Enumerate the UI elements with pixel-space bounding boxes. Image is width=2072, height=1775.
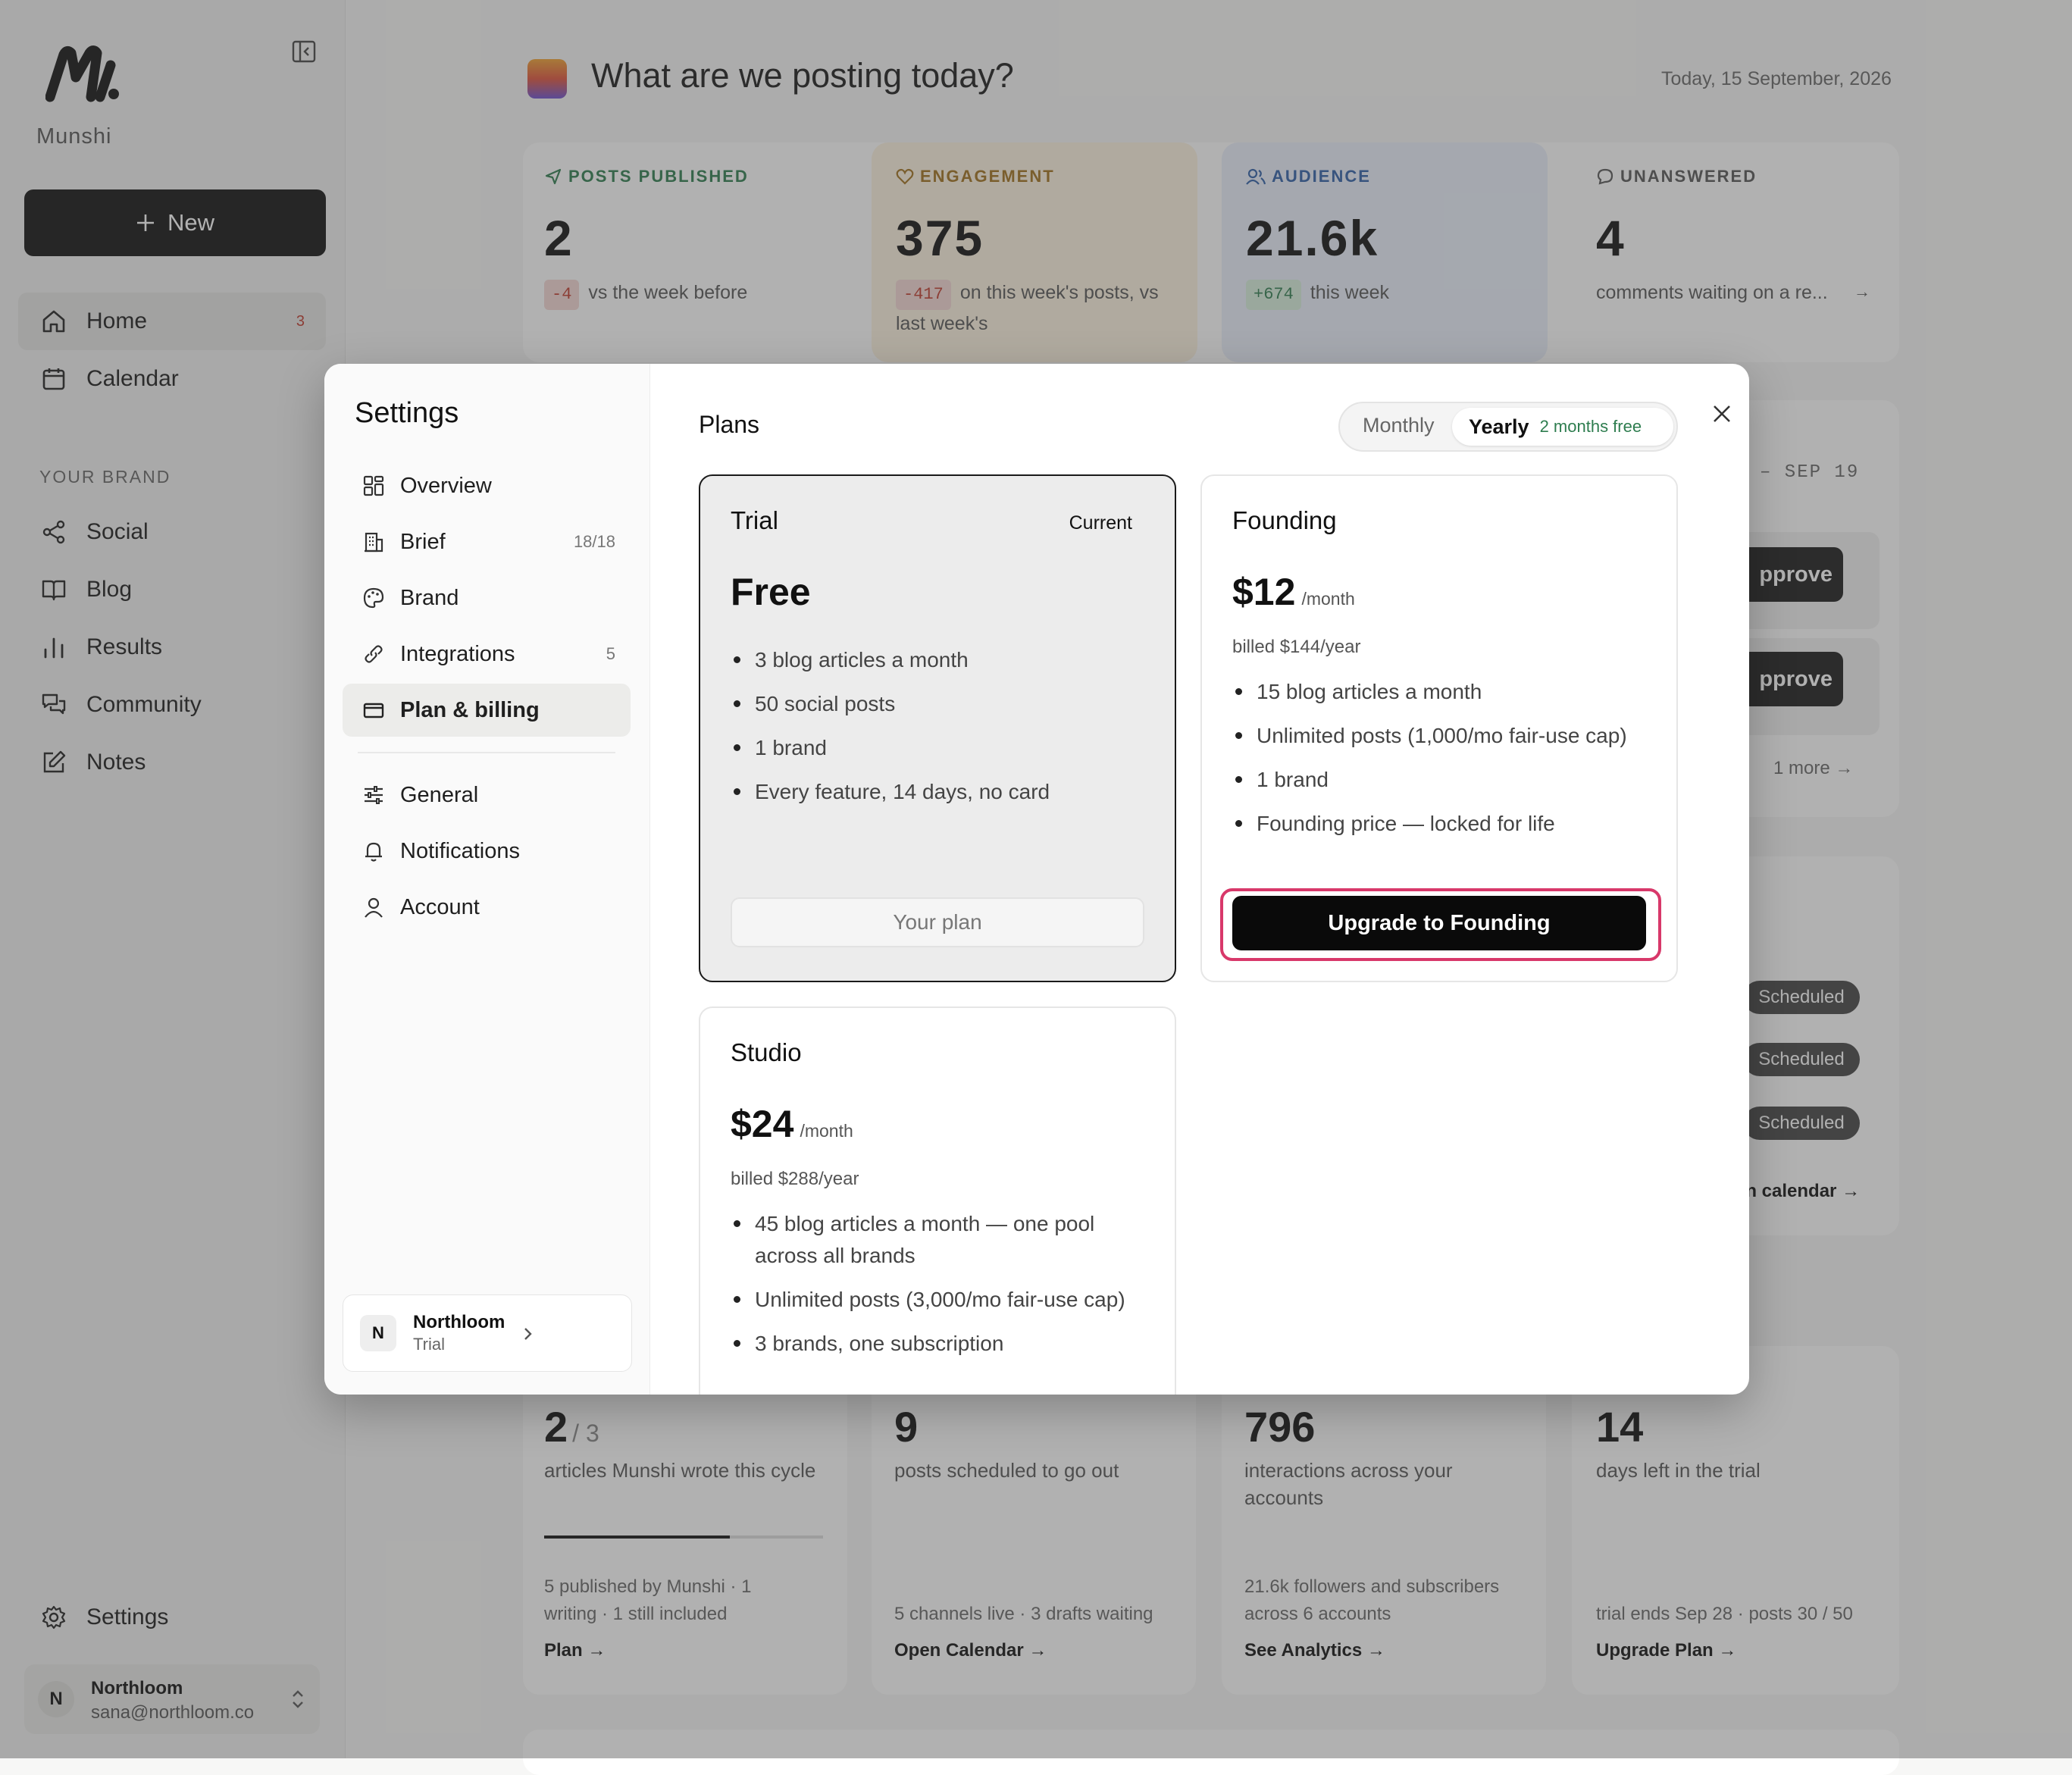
workspace-name: Northloom xyxy=(413,1312,505,1332)
feature-list: 45 blog articles a month — one pool acro… xyxy=(731,1208,1144,1372)
settings-modal: Settings Overview Brief 18/18 Brand Inte… xyxy=(324,364,1749,1395)
settings-item-notifications[interactable]: Notifications xyxy=(343,825,631,878)
feature-item: 1 brand xyxy=(731,732,1144,764)
feature-item: 3 blog articles a month xyxy=(731,644,1144,676)
settings-item-overview[interactable]: Overview xyxy=(343,459,631,512)
feature-item: 15 blog articles a month xyxy=(1232,676,1646,708)
settings-item-brief[interactable]: Brief 18/18 xyxy=(343,515,631,568)
settings-item-label: Brief xyxy=(400,529,446,554)
your-plan-button[interactable]: Your plan xyxy=(731,897,1144,947)
feature-item: 3 brands, one subscription xyxy=(731,1328,1144,1360)
settings-title: Settings xyxy=(355,397,459,429)
settings-item-brand[interactable]: Brand xyxy=(343,571,631,625)
brief-count: 18/18 xyxy=(573,532,615,551)
user-icon xyxy=(365,897,383,918)
divider xyxy=(358,752,615,753)
plan-card-studio: Studio $24/month billed $288/year 45 blo… xyxy=(699,1006,1176,1395)
plan-card-founding: Founding $12/month billed $144/year 15 b… xyxy=(1200,474,1678,982)
feature-item: Unlimited posts (1,000/mo fair-use cap) xyxy=(1232,720,1646,752)
plan-name: Studio xyxy=(731,1038,802,1066)
workspace-plan: Trial xyxy=(413,1335,445,1354)
settings-item-label: Plan & billing xyxy=(400,697,540,722)
plan-price: $24/month xyxy=(731,1103,853,1145)
sliders-icon xyxy=(365,786,383,804)
yearly-discount-note: 2 months free xyxy=(1539,417,1642,436)
integrations-count: 5 xyxy=(606,644,615,663)
feature-item: 50 social posts xyxy=(731,688,1144,720)
credit-card-icon xyxy=(363,703,384,718)
settings-item-general[interactable]: General xyxy=(343,769,631,822)
billing-period-toggle[interactable]: Monthly Yearly 2 months free xyxy=(1338,402,1678,452)
toggle-yearly[interactable]: Yearly 2 months free xyxy=(1452,408,1673,446)
settings-item-plan-billing[interactable]: Plan & billing xyxy=(343,684,631,737)
feature-list: 15 blog articles a month Unlimited posts… xyxy=(1232,676,1646,852)
workspace-avatar: N xyxy=(360,1315,396,1351)
bell-icon xyxy=(365,842,382,862)
current-plan-badge: Current xyxy=(1069,512,1132,534)
settings-item-label: Overview xyxy=(400,473,492,498)
settings-item-label: Notifications xyxy=(400,838,520,863)
workspace-switcher[interactable]: N Northloom Trial xyxy=(343,1294,632,1372)
settings-item-account[interactable]: Account xyxy=(343,881,631,934)
plan-name: Trial xyxy=(731,506,778,534)
settings-item-label: General xyxy=(400,782,479,807)
plans-title: Plans xyxy=(699,411,760,438)
feature-item: Founding price — locked for life xyxy=(1232,808,1646,840)
settings-item-label: Brand xyxy=(400,585,459,610)
feature-item: Unlimited posts (3,000/mo fair-use cap) xyxy=(731,1284,1144,1316)
palette-icon xyxy=(363,587,384,609)
plan-billed: billed $288/year xyxy=(731,1169,859,1189)
feature-item: Every feature, 14 days, no card xyxy=(731,776,1144,808)
plan-name: Founding xyxy=(1232,506,1337,534)
building-icon xyxy=(365,532,383,553)
close-button[interactable] xyxy=(1705,397,1739,430)
plan-price: $12/month xyxy=(1232,571,1355,613)
close-icon xyxy=(1714,405,1730,422)
feature-list: 3 blog articles a month 50 social posts … xyxy=(731,644,1144,820)
settings-nav: Settings Overview Brief 18/18 Brand Inte… xyxy=(324,364,650,1395)
settings-item-integrations[interactable]: Integrations 5 xyxy=(343,628,631,681)
feature-item: 45 blog articles a month — one pool acro… xyxy=(731,1208,1144,1272)
settings-item-label: Account xyxy=(400,894,480,919)
plan-card-trial: Trial Current Free 3 blog articles a mon… xyxy=(699,474,1176,982)
link-icon xyxy=(365,645,383,663)
plan-billed: billed $144/year xyxy=(1232,637,1361,657)
plans-panel: Plans Monthly Yearly 2 months free Trial… xyxy=(650,364,1749,1395)
chevron-right-icon xyxy=(524,1328,532,1340)
grid-icon xyxy=(363,475,384,496)
feature-item: 1 brand xyxy=(1232,764,1646,796)
upgrade-to-founding-button[interactable]: Upgrade to Founding xyxy=(1232,896,1646,950)
toggle-monthly[interactable]: Monthly xyxy=(1363,414,1435,437)
settings-item-label: Integrations xyxy=(400,641,515,666)
plan-price: Free xyxy=(731,571,811,613)
